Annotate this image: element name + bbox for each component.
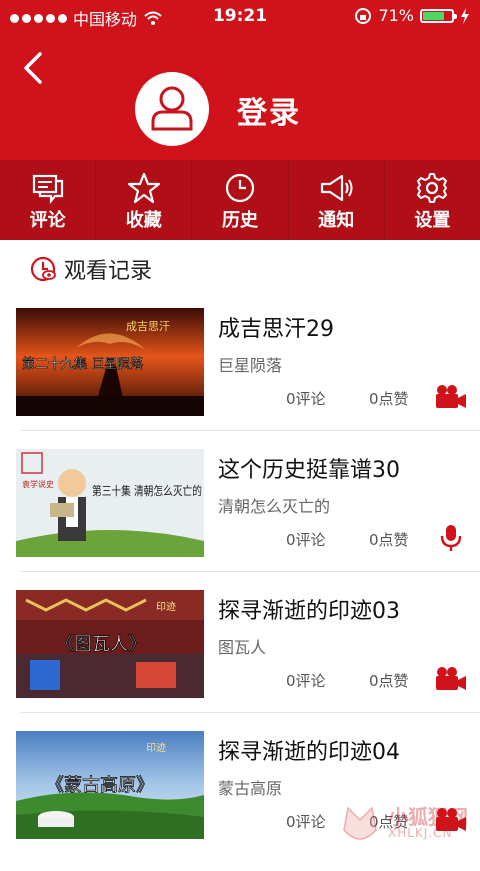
like-count: 0点赞 <box>369 531 409 549</box>
profile-nav: 评论 收藏 历史 通知 设置 <box>0 160 480 240</box>
like-count: 0点赞 <box>369 390 409 408</box>
thumb-logo: 印迹 <box>146 741 166 754</box>
item-title: 成吉思汗29 <box>218 317 334 342</box>
video-thumbnail[interactable]: 成吉思汗 第二十九集 巨星陨落 <box>16 308 204 416</box>
battery-percent: 71% <box>378 6 414 25</box>
list-item[interactable]: 成吉思汗 第二十九集 巨星陨落 成吉思汗29 巨星陨落 0评论 0点赞 <box>0 308 480 448</box>
video-thumbnail[interactable]: 袁学说史 第三十集 清朝怎么灭亡的 <box>16 449 204 557</box>
divider <box>20 571 480 572</box>
nav-label: 历史 <box>222 210 258 231</box>
thumb-logo: 成吉思汗 <box>126 320 170 333</box>
section-title: 观看记录 <box>64 259 153 284</box>
nav-settings[interactable]: 设置 <box>385 160 480 240</box>
comment-count: 0评论 <box>286 813 326 831</box>
gear-icon <box>417 173 448 203</box>
nav-label: 通知 <box>318 210 355 231</box>
item-title: 这个历史挺靠谱30 <box>218 458 400 483</box>
thumb-caption: 《蒙古高原》 <box>46 775 154 796</box>
section-header: 观看记录 <box>30 253 152 285</box>
status-right: 71% <box>354 6 470 25</box>
like-count: 0点赞 <box>369 672 409 690</box>
login-label[interactable]: 登录 <box>237 88 301 132</box>
thumb-caption: 第二十九集 巨星陨落 <box>22 356 143 372</box>
watch-history-icon <box>30 256 56 282</box>
nav-label: 设置 <box>414 210 451 231</box>
nav-label: 收藏 <box>125 210 162 231</box>
watermark-subtext: XHLKJ.CN <box>388 826 453 840</box>
video-thumbnail[interactable]: 印迹 《图瓦人》 <box>16 590 204 698</box>
status-bar: 中国移动 19:21 71% <box>0 0 480 34</box>
comment-count: 0评论 <box>286 531 326 549</box>
charging-icon <box>461 7 469 24</box>
megaphone-icon <box>321 174 353 202</box>
list-item[interactable]: 袁学说史 第三十集 清朝怎么灭亡的 这个历史挺靠谱30 清朝怎么灭亡的 0评论 … <box>0 449 480 589</box>
item-subtitle: 清朝怎么灭亡的 <box>218 497 331 516</box>
comment-count: 0评论 <box>286 672 326 690</box>
nav-notifications[interactable]: 通知 <box>289 160 385 240</box>
thumb-logo: 印迹 <box>156 600 176 613</box>
video-camera-icon <box>436 385 466 408</box>
avatar[interactable] <box>135 72 209 146</box>
back-chevron-icon[interactable] <box>18 48 48 88</box>
star-icon <box>127 172 160 204</box>
thumb-logo: 袁学说史 <box>22 479 54 489</box>
nav-history[interactable]: 历史 <box>192 160 289 240</box>
divider <box>20 430 480 431</box>
video-thumbnail[interactable]: 印迹 《蒙古高原》 <box>16 731 204 839</box>
microphone-icon <box>440 525 462 551</box>
nav-label: 评论 <box>29 210 66 231</box>
item-title: 探寻渐逝的印迹03 <box>218 599 400 624</box>
comment-count: 0评论 <box>286 390 326 408</box>
list-item[interactable]: 印迹 《图瓦人》 探寻渐逝的印迹03 图瓦人 0评论 0点赞 <box>0 590 480 730</box>
video-camera-icon <box>436 667 466 690</box>
item-subtitle: 蒙古高原 <box>218 779 283 798</box>
comment-icon <box>32 174 63 204</box>
thumb-caption: 第三十集 清朝怎么灭亡的 <box>92 483 202 498</box>
nav-favorites[interactable]: 收藏 <box>96 160 193 240</box>
thumb-caption: 《图瓦人》 <box>56 634 146 655</box>
clock-icon <box>225 173 255 203</box>
divider <box>20 712 480 713</box>
nav-comments[interactable]: 评论 <box>0 160 97 240</box>
user-icon <box>151 86 193 131</box>
item-subtitle: 图瓦人 <box>218 638 267 657</box>
rotation-lock-icon <box>355 7 372 24</box>
item-title: 探寻渐逝的印迹04 <box>218 740 400 765</box>
item-subtitle: 巨星陨落 <box>218 356 283 375</box>
battery-icon <box>420 8 457 23</box>
